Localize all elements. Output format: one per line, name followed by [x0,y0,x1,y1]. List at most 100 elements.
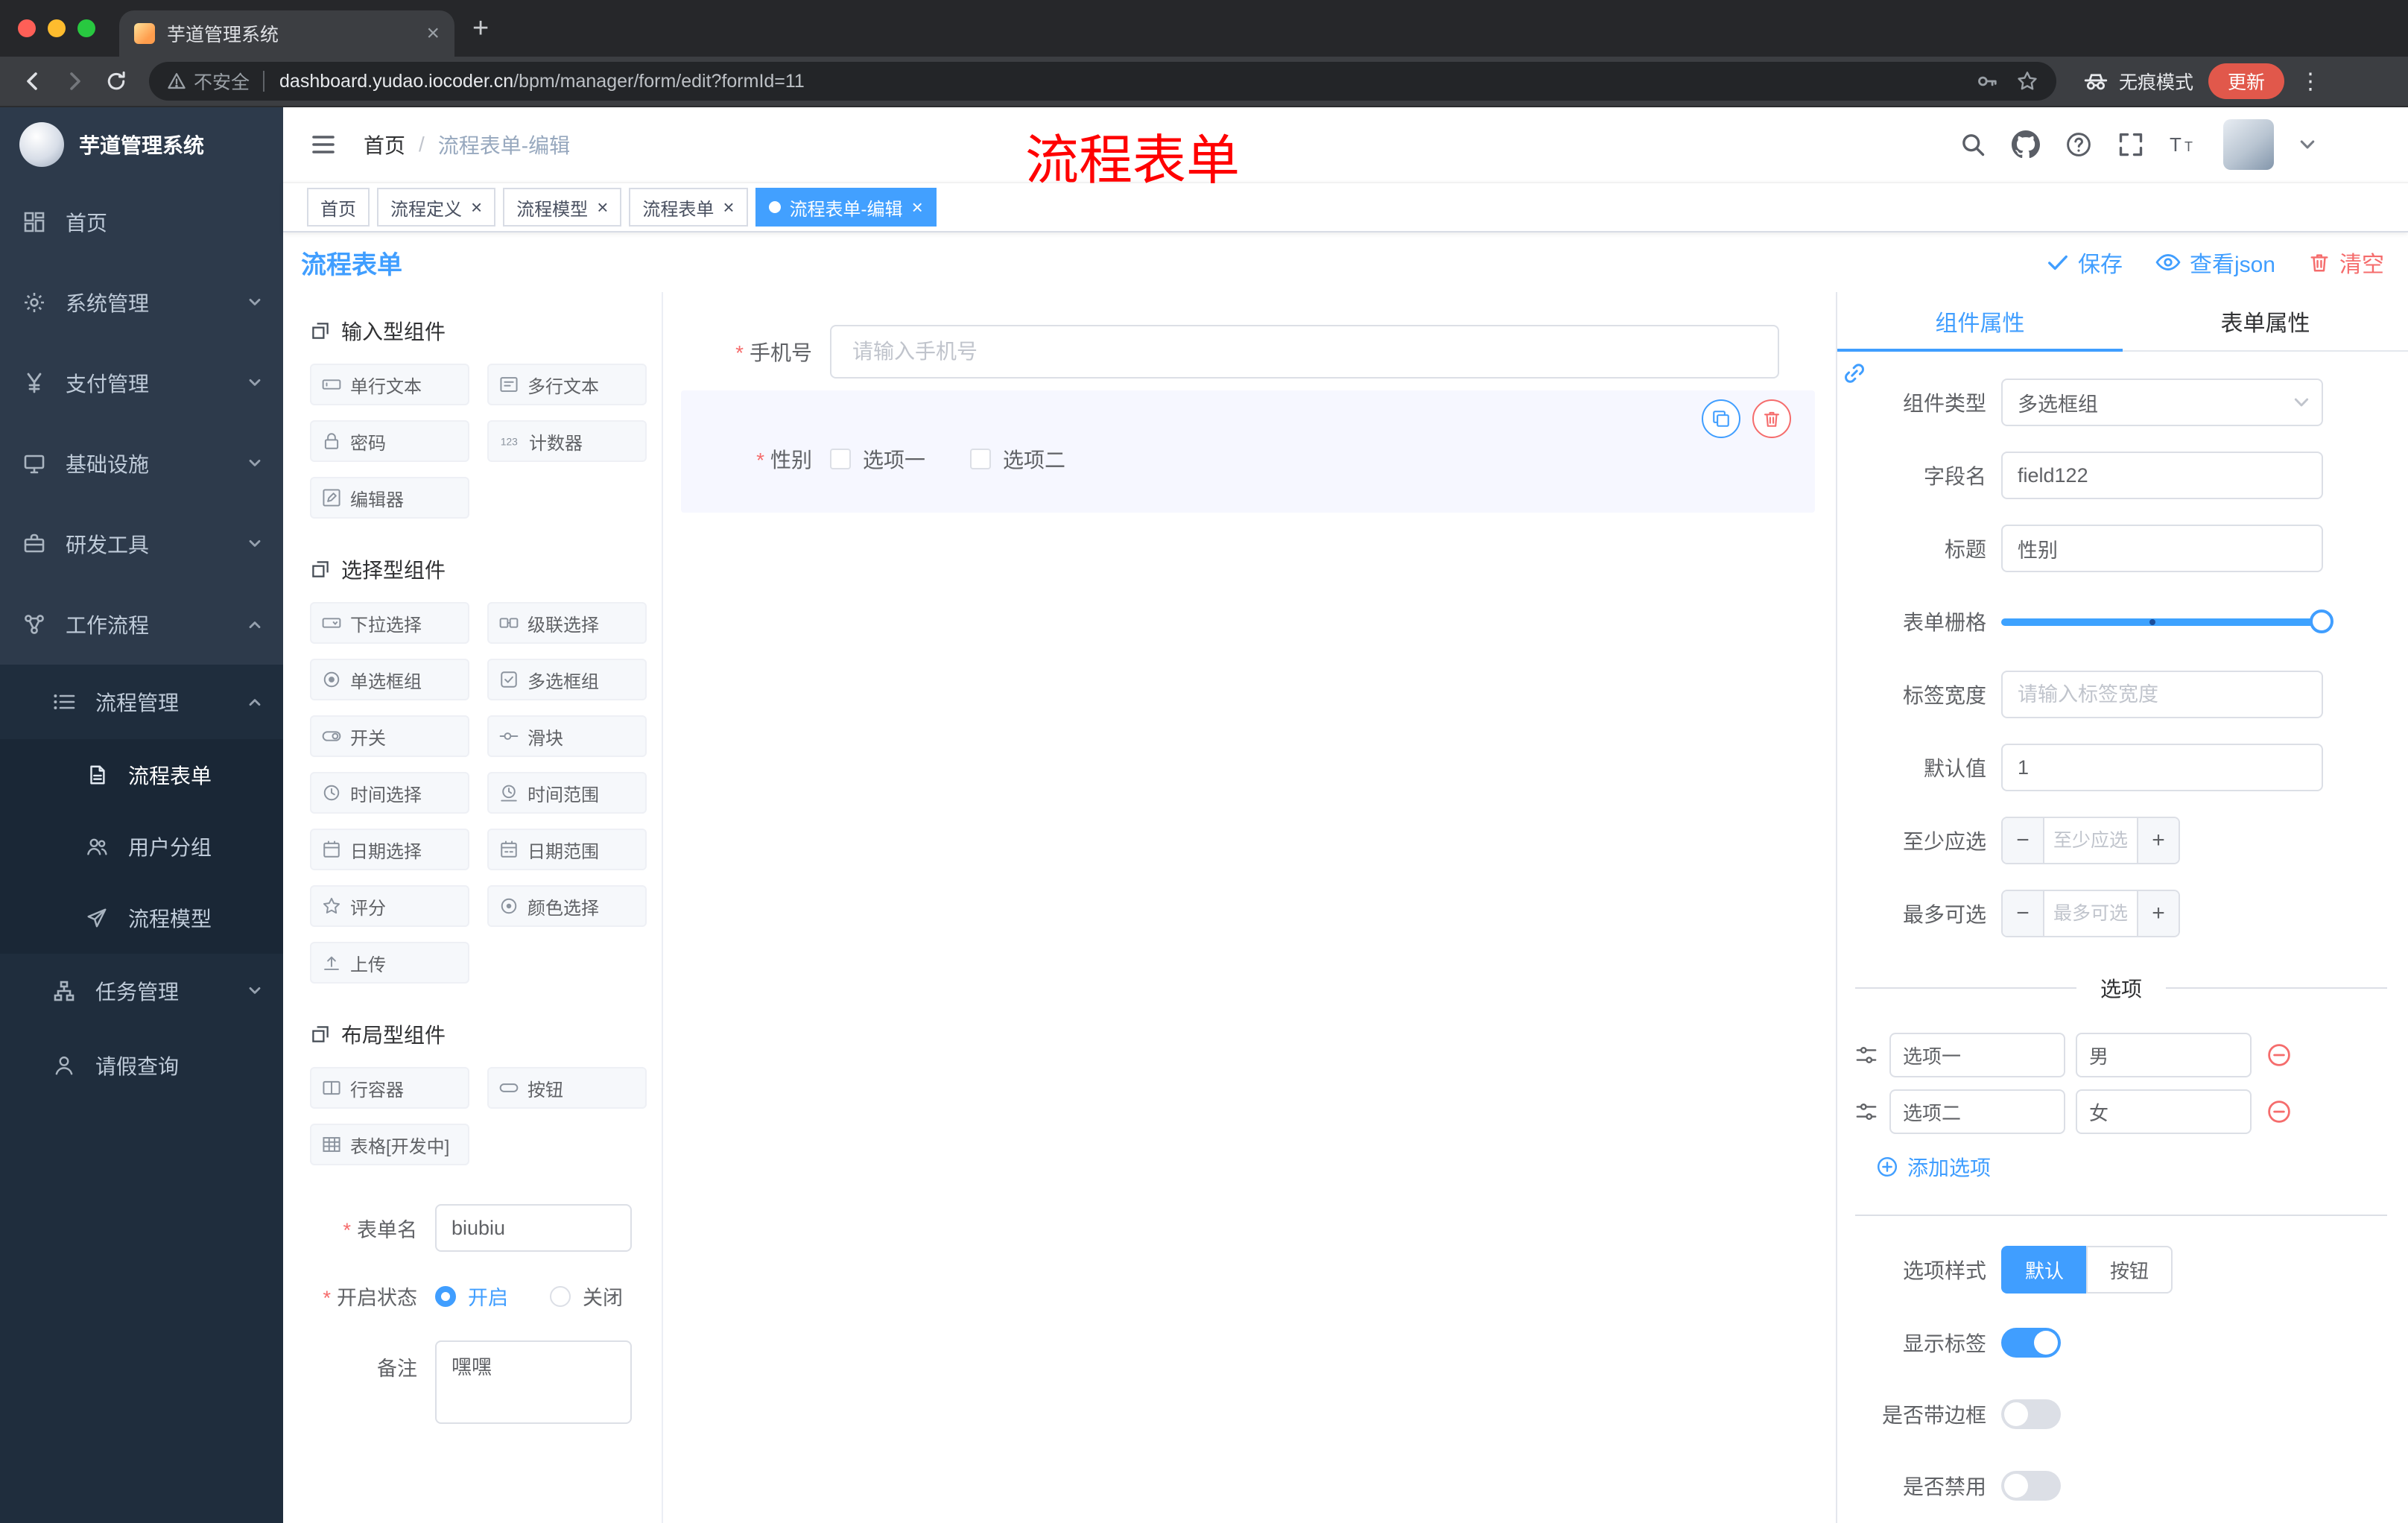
component-rate[interactable]: 评分 [310,885,469,927]
component-button[interactable]: 按钮 [487,1067,647,1109]
component-select[interactable]: 下拉选择 [310,602,469,644]
component-time-range[interactable]: 时间范围 [487,772,647,814]
bookmark-star-icon[interactable] [2016,70,2038,92]
gender-option2-checkbox[interactable]: 选项二 [970,444,1065,474]
browser-menu-dots-icon[interactable]: ⋮ [2299,69,2322,95]
sidebar-item-leave-query[interactable]: 请假查询 [0,1028,283,1103]
forward-icon[interactable] [54,60,95,102]
search-icon[interactable] [1959,131,1986,158]
breadcrumb-home[interactable]: 首页 [364,130,405,159]
component-cascader[interactable]: 级联选择 [487,602,647,644]
tag-process-form-edit[interactable]: 流程表单-编辑 × [755,188,937,227]
component-checkbox-group[interactable]: 多选框组 [487,659,647,700]
decrease-button[interactable]: − [2003,818,2044,863]
sidebar-item-payment[interactable]: 支付管理 [0,343,283,423]
form-remark-textarea[interactable]: 嘿嘿 [435,1340,632,1424]
tab-component-props[interactable]: 组件属性 [1837,292,2123,352]
tab-close-icon[interactable]: × [426,22,440,45]
sidebar-item-user-group[interactable]: 用户分组 [0,811,283,882]
option-value-input[interactable] [2076,1033,2252,1077]
sidebar-item-process-management[interactable]: 流程管理 [0,665,283,739]
copy-widget-button[interactable] [1702,399,1740,438]
sidebar-item-process-form[interactable]: 流程表单 [0,739,283,811]
component-date-picker[interactable]: 日期选择 [310,829,469,870]
component-table[interactable]: 表格[开发中] [310,1124,469,1165]
component-password[interactable]: 密码 [310,420,469,462]
increase-button[interactable]: + [2137,891,2179,936]
component-row-container[interactable]: 行容器 [310,1067,469,1109]
clear-button[interactable]: 清空 [2308,246,2384,279]
component-date-range[interactable]: 日期范围 [487,829,647,870]
border-switch[interactable] [2001,1399,2061,1429]
style-button-button[interactable]: 按钮 [2086,1246,2173,1294]
close-icon[interactable]: × [471,196,482,219]
new-tab-button[interactable]: + [454,0,507,57]
slider-handle[interactable] [2310,609,2333,633]
remove-option-icon[interactable] [2266,1042,2292,1068]
address-bar[interactable]: 不安全 dashboard.yudao.iocoder.cn/bpm/manag… [149,62,2056,101]
option-label-input[interactable] [1889,1089,2065,1134]
help-question-icon[interactable] [2065,131,2092,158]
max-select-input[interactable] [2044,891,2137,936]
component-multi-text[interactable]: 多行文本 [487,364,647,405]
user-avatar[interactable] [2223,119,2274,170]
sidebar-item-process-model[interactable]: 流程模型 [0,882,283,954]
component-switch[interactable]: 开关 [310,715,469,757]
title-input[interactable] [2001,525,2323,572]
view-json-button[interactable]: 查看json [2155,246,2275,279]
component-counter[interactable]: 123 计数器 [487,420,647,462]
component-radio-group[interactable]: 单选框组 [310,659,469,700]
sidebar-item-workflow[interactable]: 工作流程 [0,584,283,665]
decrease-button[interactable]: − [2003,891,2044,936]
default-value-input[interactable] [2001,744,2323,791]
show-label-switch[interactable] [2001,1328,2061,1358]
tag-process-model[interactable]: 流程模型 × [503,188,622,227]
style-default-button[interactable]: 默认 [2001,1246,2087,1294]
component-editor[interactable]: 编辑器 [310,477,469,519]
label-width-input[interactable] [2001,671,2323,718]
hamburger-fold-icon[interactable] [310,131,337,158]
component-single-text[interactable]: 单行文本 [310,364,469,405]
window-zoom-button[interactable] [77,19,95,37]
component-upload[interactable]: 上传 [310,942,469,984]
tag-process-form[interactable]: 流程表单 × [629,188,748,227]
sidebar-item-system[interactable]: 系统管理 [0,262,283,343]
password-key-icon[interactable] [1976,70,1998,92]
tag-home[interactable]: 首页 [307,188,370,227]
close-icon[interactable]: × [723,196,734,219]
close-icon[interactable]: × [597,196,608,219]
add-option-button[interactable]: 添加选项 [1876,1152,1991,1182]
phone-input[interactable] [830,325,1779,379]
avatar-caret-down-icon[interactable] [2299,136,2316,153]
option-label-input[interactable] [1889,1033,2065,1077]
sidebar-item-infrastructure[interactable]: 基础设施 [0,423,283,504]
field-name-input[interactable] [2001,452,2323,499]
window-minimize-button[interactable] [48,19,66,37]
remove-option-icon[interactable] [2266,1099,2292,1124]
option-value-input[interactable] [2076,1089,2252,1134]
font-size-icon[interactable]: TT [2170,131,2198,158]
component-time-picker[interactable]: 时间选择 [310,772,469,814]
status-on-radio[interactable]: 开启 [435,1282,508,1311]
sidebar-item-devtools[interactable]: 研发工具 [0,504,283,584]
form-grid-slider[interactable] [2001,598,2333,645]
link-anchor-icon[interactable] [1842,361,1867,386]
fullscreen-icon[interactable] [2117,131,2144,158]
browser-tab[interactable]: 芋道管理系统 × [119,10,454,57]
reload-icon[interactable] [95,60,137,102]
back-icon[interactable] [12,60,54,102]
min-select-input[interactable] [2044,818,2137,863]
github-icon[interactable] [2012,130,2040,159]
sidebar-item-task-management[interactable]: 任务管理 [0,954,283,1028]
close-icon[interactable]: × [912,196,923,219]
component-slider[interactable]: 滑块 [487,715,647,757]
drag-handle-icon[interactable] [1855,1101,1878,1123]
status-off-radio[interactable]: 关闭 [550,1282,623,1311]
window-close-button[interactable] [18,19,36,37]
gender-widget-selected[interactable]: * 性别 选项一 选项二 [681,390,1815,513]
sidebar-item-home[interactable]: 首页 [0,182,283,262]
component-color-picker[interactable]: 颜色选择 [487,885,647,927]
increase-button[interactable]: + [2137,818,2179,863]
tab-form-props[interactable]: 表单属性 [2123,292,2408,350]
save-button[interactable]: 保存 [2047,246,2123,279]
